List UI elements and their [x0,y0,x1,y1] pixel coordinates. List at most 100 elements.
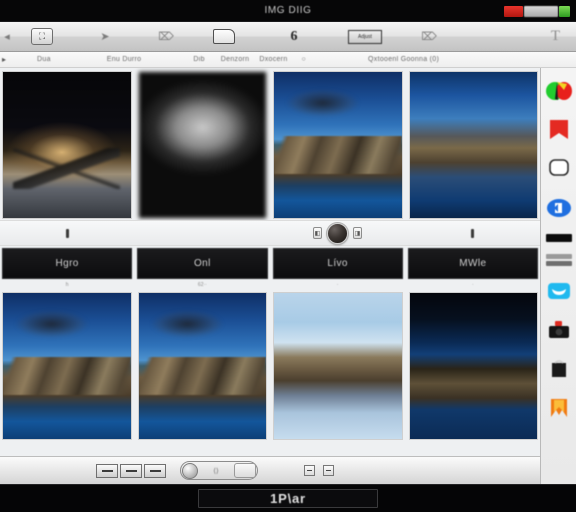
edit-icon: 6 [290,28,298,44]
window-title: IMG DIIG [264,5,312,16]
close-button[interactable] [504,6,523,17]
caption-1: 62·· [197,282,207,288]
marker-cell-3[interactable] [405,220,540,246]
label-chip-2[interactable]: Lívo [272,248,403,279]
window-title-chip[interactable] [524,6,558,17]
sidebar-item-flame[interactable] [543,391,575,425]
sidebar-cloud-icon [547,283,570,299]
text-icon: T [550,28,560,44]
bottom-toolbar: ⟨⟩ [0,456,540,484]
expand-button[interactable] [323,465,334,476]
photo-grid-area: ◧ ◨ Hgro Onl Lívo MWle h 62·· · · [0,68,540,512]
view-mode-group [96,463,166,478]
menu-item-1[interactable]: Enu Durro [107,56,142,63]
maximize-button[interactable] [559,6,570,17]
path-bar: ▸ Dua Enu Durro Dib Denzorn Dxocern ○ Qx… [0,52,576,68]
sidebar-item-frame[interactable] [543,152,575,186]
sidebar-bar-icon [545,234,572,242]
sidebar-frame-icon [548,159,569,176]
marker-dot-icon [66,228,69,238]
sidebar-bookmark-icon [549,120,568,139]
effects-icon: ⌦ [421,31,437,43]
main-toolbar: ◂ ⛶ ➤ ⌦ 6 Adjust ⌦ T [0,22,576,52]
marker-cell-1[interactable] [135,220,270,246]
menu-item-6[interactable]: Qxtooenl Goonna (0) [368,56,439,63]
zoom-level-label: ⟨⟩ [213,467,219,475]
path-expand-icon[interactable]: ▸ [2,55,6,64]
edit-button[interactable]: 6 [256,22,332,52]
caption-row: h 62·· · · [0,280,540,290]
jog-prev-button[interactable]: ◧ [313,227,322,239]
sidebar-bag-icon [551,360,566,377]
sidebar-strip-icon [545,253,572,266]
marker-cell-0[interactable] [0,220,135,246]
photo-row-bottom [0,290,540,442]
sidebar-item-cloud[interactable] [543,274,575,308]
marker-dot-icon [471,228,474,238]
sidebar-item-bag[interactable] [543,352,575,386]
share-icon: ➤ [100,31,110,43]
label-chip-0[interactable]: Hgro [2,248,133,279]
zoom-knob-icon[interactable] [182,462,198,479]
right-sidebar [540,68,576,512]
zoom-max-button[interactable] [234,463,256,478]
window-controls [504,6,570,17]
photo-peaks-valley[interactable] [137,292,267,440]
caption-0: h [65,282,69,288]
text-button[interactable]: T [460,22,576,52]
photo-blurred-gray[interactable] [137,71,267,219]
jog-knob-icon[interactable] [327,222,348,244]
status-inner-frame: 1P\ar [198,489,378,508]
back-button[interactable]: ◂ [0,22,14,52]
sidebar-item-bar[interactable] [543,230,575,246]
rotate-icon: ⌦ [158,31,174,43]
status-bar: 1P\ar [0,484,576,512]
jog-control[interactable]: ◧ ◨ [270,220,405,246]
split-view-button[interactable] [120,463,142,478]
jog-next-button[interactable]: ◨ [353,227,362,239]
sidebar-item-color-wheel[interactable] [543,74,575,108]
list-view-button[interactable] [96,463,118,478]
menu-item-5[interactable]: ○ [302,56,307,63]
library-icon: ⛶ [31,28,53,45]
rotate-button[interactable]: ⌦ [140,22,192,52]
collapse-button[interactable] [304,465,315,476]
sidebar-sync-icon [546,199,571,217]
app-window: IMG DIIG ◂ ⛶ ➤ ⌦ 6 Adjust ⌦ T ▸ Dua Enu … [0,0,576,512]
photo-sunset-lake[interactable] [2,71,132,219]
folder-icon [213,29,235,44]
sidebar-item-bookmark[interactable] [543,113,575,147]
menu-item-2[interactable]: Dib [193,56,204,63]
sidebar-color-wheel-icon [545,82,572,100]
photo-night-ridge[interactable] [408,292,538,440]
menu-item-0[interactable]: Dua [37,56,51,63]
adjust-button[interactable]: Adjust [332,22,398,52]
menu-item-3[interactable]: Denzorn [221,56,250,63]
menu-item-4[interactable]: Dxocern [259,56,287,63]
status-label: 1P\ar [270,491,306,506]
folder-button[interactable] [192,22,256,52]
photo-row-top [0,68,540,220]
caption-3: · [472,282,474,288]
share-button[interactable]: ➤ [70,22,140,52]
title-bar: IMG DIIG [0,0,576,22]
library-button[interactable]: ⛶ [14,22,70,52]
transport-strip: ◧ ◨ [0,220,540,246]
effects-button[interactable]: ⌦ [398,22,460,52]
photo-ridge-water[interactable] [2,292,132,440]
grid-view-button[interactable] [144,463,166,478]
label-chip-bar: Hgro Onl Lívo MWle [0,246,540,280]
sidebar-item-strip[interactable] [543,251,575,269]
photo-reflection-pale[interactable] [273,292,403,440]
sidebar-camera-icon [548,321,569,338]
photo-mountain-blue[interactable] [408,71,538,219]
sidebar-flame-icon [550,399,567,417]
label-chip-1[interactable]: Onl [137,248,268,279]
caption-2: · [336,282,339,288]
zoom-slider[interactable]: ⟨⟩ [180,461,258,480]
photo-mountain-clouds[interactable] [273,71,403,219]
sidebar-item-sync[interactable] [543,191,575,225]
back-icon: ◂ [4,31,10,43]
sidebar-item-camera[interactable] [543,313,575,347]
label-chip-3[interactable]: MWle [407,248,538,279]
